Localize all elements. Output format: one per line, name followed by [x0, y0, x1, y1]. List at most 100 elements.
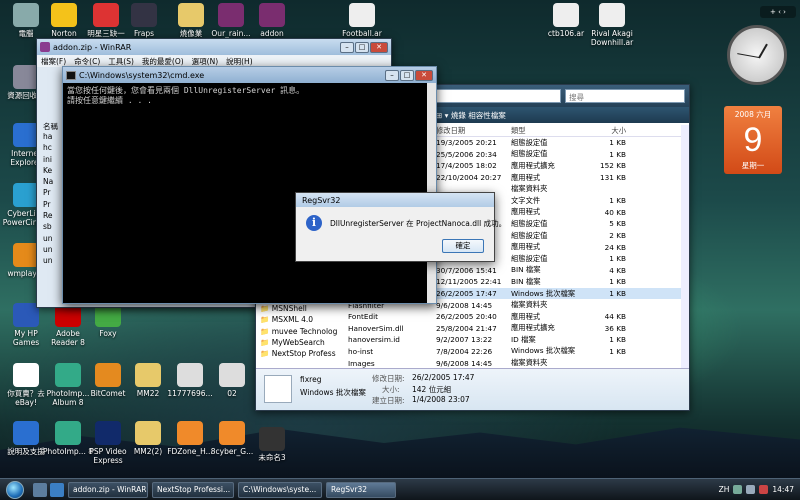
file-date: 25/8/2004 21:47: [436, 323, 497, 333]
file-size: 1 KB: [609, 149, 626, 159]
desktop-icon-label: addon: [260, 29, 284, 38]
explorer-scrollbar[interactable]: [681, 125, 689, 368]
file-type: BIN 檔案: [511, 276, 541, 286]
details-modified-label: 修改日期:: [372, 374, 405, 383]
file-row[interactable]: hanoversim.id 9/2/2007 13:22 ID 檔案 1 KB: [348, 334, 686, 346]
file-date: 26/2/2005 20:40: [436, 312, 497, 322]
desktop-icon[interactable]: 02: [207, 363, 257, 398]
app-icon: [55, 421, 81, 445]
search-input[interactable]: 搜尋: [565, 89, 685, 103]
maximize-button[interactable]: □: [355, 41, 369, 53]
taskbar-button[interactable]: RegSvr32: [326, 481, 396, 498]
cmd-line-2: 請按任意鍵繼續 . . .: [67, 96, 152, 105]
file-type: 應用程式: [511, 242, 541, 252]
quicklaunch-desktop-icon[interactable]: [33, 482, 47, 497]
file-type: 檔案資料夾: [511, 358, 548, 368]
file-row[interactable]: HanoverSim.dll 25/8/2004 21:47 應用程式擴充 36 KB: [348, 323, 686, 335]
regsvr32-dialog[interactable]: RegSvr32 i DllUnregisterServer 在 Project…: [295, 192, 506, 262]
app-icon: [135, 363, 161, 387]
file-type: ID 檔案: [511, 334, 536, 344]
nav-folder[interactable]: 📁 MSNShell: [260, 304, 350, 315]
taskbar-button[interactable]: C:\Windows\syste...: [238, 481, 322, 498]
cmd-output[interactable]: 當您按任何鍵後，您會看見兩個 DllUnregisterServer 訊息。 請…: [63, 83, 436, 109]
desktop-icon-label: Foxy: [99, 329, 117, 338]
file-type: 文字文件: [511, 195, 541, 205]
cmd-window[interactable]: C:\Windows\system32\cmd.exe – □ ✕ 當您按任何鍵…: [62, 66, 437, 304]
file-size: 2 KB: [609, 231, 626, 241]
quicklaunch-ie-icon[interactable]: [50, 482, 64, 497]
desktop-icon[interactable]: Foxy: [83, 303, 133, 338]
menu-item[interactable]: 命令(C): [74, 56, 100, 67]
menu-item[interactable]: 我的最愛(O): [142, 56, 184, 67]
file-row[interactable]: FontEdit 26/2/2005 20:40 應用程式 44 KB: [348, 311, 686, 323]
nav-folder[interactable]: 📁 MyWebSearch: [260, 338, 350, 349]
file-date: 7/8/2004 22:26: [436, 346, 493, 356]
app-icon: [51, 3, 77, 27]
language-indicator[interactable]: ZH: [719, 485, 730, 494]
nav-folder[interactable]: 📁 MSXML 4.0: [260, 315, 350, 326]
app-icon: [95, 421, 121, 445]
desktop-icon[interactable]: ctb106.ar: [541, 3, 591, 38]
taskbar-button[interactable]: NextStop Professi...: [152, 481, 234, 498]
calendar-gadget[interactable]: 2008 六月 9 星期一: [724, 106, 782, 174]
ok-button[interactable]: 確定: [442, 239, 484, 253]
details-created-label: 建立日期:: [372, 396, 405, 405]
dialog-titlebar[interactable]: RegSvr32: [296, 193, 494, 207]
sidebar-controls[interactable]: + ‹ ›: [760, 6, 796, 18]
cmd-maximize-button[interactable]: □: [400, 69, 414, 81]
app-icon: [349, 3, 375, 27]
app-icon: [259, 427, 285, 451]
desktop-icon[interactable]: 未命名3: [247, 427, 297, 462]
minimize-button[interactable]: –: [340, 41, 354, 53]
app-icon: [93, 3, 119, 27]
nav-folder[interactable]: 📁 NextStop Profess: [260, 349, 350, 360]
menu-item[interactable]: 說明(H): [226, 56, 253, 67]
file-size: 1 KB: [609, 277, 626, 287]
desktop-icon[interactable]: Football.ar: [337, 3, 387, 38]
file-type: 檔案資料夾: [511, 184, 548, 194]
desktop-icon-label: 未命名3: [258, 453, 286, 462]
app-icon: [177, 363, 203, 387]
volume-icon[interactable]: [746, 485, 756, 494]
desktop-icon[interactable]: Fraps: [119, 3, 169, 38]
file-row[interactable]: 19/3/2005 20:21 組態設定值 1 KB: [436, 137, 686, 149]
close-button[interactable]: ✕: [370, 41, 388, 53]
clock-time[interactable]: 14:47: [772, 485, 794, 494]
file-name: FontEdit: [348, 312, 379, 322]
column-type[interactable]: 類型: [511, 126, 586, 136]
cmd-titlebar[interactable]: C:\Windows\system32\cmd.exe – □ ✕: [63, 67, 436, 83]
security-icon[interactable]: [759, 485, 769, 494]
file-row[interactable]: Flashfilter 9/6/2008 14:45 檔案資料夾: [348, 299, 686, 311]
file-row[interactable]: ho-inst 7/8/2004 22:26 Windows 批次檔案 1 KB: [348, 346, 686, 358]
winrar-icon: [40, 42, 50, 52]
file-row[interactable]: 17/4/2005 18:02 應用程式擴充 152 KB: [436, 160, 686, 172]
details-filename: fixreg: [300, 375, 322, 384]
file-row[interactable]: 12/11/2005 22:41 BIN 檔案 1 KB: [436, 276, 686, 288]
network-icon[interactable]: [733, 485, 743, 494]
taskbar-button[interactable]: addon.zip - WinRAR: [68, 481, 148, 498]
file-size: 36 KB: [604, 323, 626, 333]
desktop-icon[interactable]: addon: [247, 3, 297, 38]
details-size: 142 位元組: [412, 385, 452, 394]
file-size: 24 KB: [604, 242, 626, 252]
column-size[interactable]: 大小: [586, 126, 632, 136]
nav-folder[interactable]: 📁 muvee Technolog: [260, 327, 350, 338]
cmd-close-button[interactable]: ✕: [415, 69, 433, 81]
file-row[interactable]: 30/7/2006 15:41 BIN 檔案 4 KB: [436, 265, 686, 277]
desktop-icon[interactable]: Rival Akagi Downhill.ar: [587, 3, 637, 47]
file-row[interactable]: 25/5/2006 20:34 組態設定值 1 KB: [436, 149, 686, 161]
menu-item[interactable]: 工具(S): [108, 56, 134, 67]
menu-item[interactable]: 檔案(F): [41, 56, 66, 67]
file-date: 9/2/2007 13:22: [436, 335, 493, 345]
menu-item[interactable]: 選項(N): [192, 56, 218, 67]
file-name: HanoverSim.dll: [348, 323, 404, 333]
file-date: 25/5/2006 20:34: [436, 149, 497, 159]
start-button[interactable]: [0, 479, 30, 500]
winrar-titlebar[interactable]: addon.zip - WinRAR – □ ✕: [37, 39, 391, 55]
cmd-minimize-button[interactable]: –: [385, 69, 399, 81]
column-date[interactable]: 修改日期: [436, 126, 511, 136]
file-type: 組態設定值: [511, 137, 548, 147]
file-row[interactable]: 26/2/2005 17:47 Windows 批次檔案 1 KB: [436, 287, 686, 300]
clock-gadget[interactable]: [727, 25, 787, 85]
file-row[interactable]: 22/10/2004 20:27 應用程式 131 KB: [436, 172, 686, 184]
